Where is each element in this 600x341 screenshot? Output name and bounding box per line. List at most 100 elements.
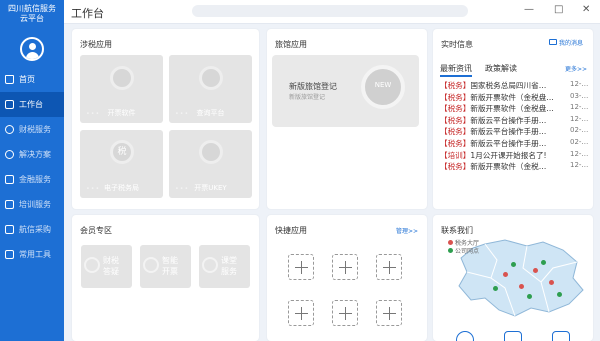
tax-icon: 税 [110, 140, 134, 164]
list-item[interactable]: 【税务】新版云平台操作手册… 02-… [440, 138, 592, 150]
sidebar-item-tax-service[interactable]: 财税服务 [0, 117, 64, 142]
tile-invoice-software[interactable]: ∙∙∙ 开票软件 [80, 55, 163, 123]
news-title: 【税务】新版开票软件（金税盘… [440, 92, 554, 102]
search-icon [199, 66, 223, 90]
sidebar-item-label: 常用工具 [19, 250, 51, 259]
news-panel: 实时信息 我的消息 更多>> 最新资讯 政策解读 【税务】国家税务总局四川省… … [433, 29, 593, 209]
news-date: 12-… [570, 80, 589, 88]
member-item-classroom[interactable]: 课堂 服务 [199, 245, 250, 288]
member-label: 课堂 服务 [221, 255, 245, 277]
add-shortcut-button[interactable] [376, 300, 402, 326]
sidebar-item-label: 工作台 [19, 100, 43, 109]
news-date: 12-… [570, 161, 589, 170]
toolbox-icon [5, 250, 14, 259]
brand-line1: 四川航信服务 [8, 4, 56, 13]
news-date: 02-… [570, 126, 589, 135]
map-pin-icon[interactable] [557, 292, 562, 297]
member-label: 财税 答疑 [103, 255, 127, 277]
maximize-button[interactable]: □ [554, 4, 563, 16]
news-date: 03-… [570, 91, 589, 100]
sidebar-item-label: 培训服务 [19, 200, 51, 209]
member-label-line2: 开票 [162, 267, 178, 276]
sidebar-item-label: 首页 [19, 75, 35, 84]
message-icon[interactable] [504, 331, 522, 341]
calendar-icon[interactable] [552, 331, 570, 341]
tab-policy[interactable]: 政策解读 [485, 63, 517, 74]
map-pin-icon[interactable] [493, 286, 498, 291]
quick-apps-panel: 快捷应用 管理>> [267, 215, 427, 341]
card-title: 新版旅馆登记 [289, 82, 337, 91]
list-item[interactable]: 【税务】新版云平台操作手册… 12-… [440, 115, 592, 127]
map-pin-icon[interactable] [511, 262, 516, 267]
list-item[interactable]: 【税务】国家税务总局四川省… 12-… [440, 80, 592, 92]
tile-e-tax-bureau[interactable]: 税 ∙∙∙ 电子税务局 [80, 130, 163, 198]
member-icon [84, 257, 100, 273]
list-item[interactable]: 【税务】新版开票软件（金税盘… 03-… [440, 92, 592, 104]
search-bar[interactable] [192, 5, 468, 17]
list-item[interactable]: 【税务】新版云平台操作手册… 02-… [440, 126, 592, 138]
sidebar-item-tools[interactable]: 常用工具 [0, 242, 64, 267]
map-pin-icon[interactable] [503, 272, 508, 277]
map-pin-icon[interactable] [541, 260, 546, 265]
news-title: 【税务】新版云平台操作手册… [440, 138, 547, 148]
add-shortcut-button[interactable] [332, 254, 358, 280]
add-shortcut-button[interactable] [332, 300, 358, 326]
tile-invoice-ukey[interactable]: ∙∙∙ 开票UKEY [169, 130, 252, 198]
manage-link[interactable]: 管理>> [396, 226, 418, 235]
member-label-line1: 智能 [162, 256, 178, 265]
news-title: 【税务】新版云平台操作手册… [440, 115, 547, 125]
minimize-button[interactable]: — [524, 4, 534, 16]
sidebar-item-workbench[interactable]: 工作台 [0, 92, 64, 117]
sichuan-map[interactable]: 税务大厅 公司网点 [445, 238, 590, 320]
sidebar: 四川航信服务 云平台 首页 工作台 财税服务 解决方案 金融服务 培训服务 航信… [0, 0, 64, 341]
news-date: 12-… [570, 149, 589, 158]
sidebar-item-training[interactable]: 培训服务 [0, 192, 64, 217]
list-item[interactable]: 【税务】新版开票软件（金税盘… 12-… [440, 103, 592, 115]
contact-panel: 联系我们 税务大厅 公司网点 [433, 215, 593, 341]
sidebar-item-purchase[interactable]: 航信采购 [0, 217, 64, 242]
sidebar-item-label: 航信采购 [19, 225, 51, 234]
avatar[interactable] [20, 37, 44, 61]
map-pin-icon[interactable] [527, 294, 532, 299]
panel-title: 旅馆应用 [275, 40, 307, 49]
panel-title: 快捷应用 [275, 226, 307, 235]
member-item-smart-invoice[interactable]: 智能 开票 [140, 245, 191, 288]
map-pin-icon[interactable] [519, 284, 524, 289]
sidebar-item-home[interactable]: 首页 [0, 67, 64, 92]
sidebar-item-solutions[interactable]: 解决方案 [0, 142, 64, 167]
cart-icon [5, 225, 14, 234]
news-date: 12-… [570, 114, 589, 123]
news-title: 【税务】新版云平台操作手册… [440, 127, 547, 137]
map-pin-icon[interactable] [549, 280, 554, 285]
monitor-icon [5, 100, 14, 109]
news-title: 【培训】1月公开课开始报名了! [440, 150, 547, 160]
news-title: 【税务】新版开票软件（金税盘… [440, 104, 554, 114]
my-messages-link[interactable]: 我的消息 [559, 38, 583, 47]
add-shortcut-button[interactable] [376, 254, 402, 280]
list-item[interactable]: 【培训】1月公开课开始报名了! 12-… [440, 150, 592, 162]
tile-label: 开票软件 [107, 109, 136, 117]
add-shortcut-button[interactable] [288, 300, 314, 326]
member-label-line2: 答疑 [103, 267, 119, 276]
close-button[interactable]: ✕ [582, 4, 590, 16]
list-item[interactable]: 【税务】新版开票软件（金税… 12-… [440, 161, 592, 173]
member-item-tax-qa[interactable]: 财税 答疑 [81, 245, 132, 288]
new-hotel-registration-card[interactable]: 新版旅馆登记 新版旅馆登记 NEW [272, 55, 419, 127]
tab-latest-news[interactable]: 最新资讯 [440, 63, 472, 77]
map-pin-icon[interactable] [533, 268, 538, 273]
tile-query-platform[interactable]: ∙∙∙ 查询平台 [169, 55, 252, 123]
tax-hall-legend-icon [448, 240, 453, 245]
member-icon [143, 257, 159, 273]
news-date: 02-… [570, 137, 589, 146]
add-shortcut-button[interactable] [288, 254, 314, 280]
card-subtitle: 新版旅馆登记 [289, 94, 326, 101]
customer-service-icon[interactable] [456, 331, 474, 341]
ticket-icon [110, 66, 134, 90]
member-label-line2: 服务 [221, 267, 237, 276]
branch-legend: 公司网点 [455, 248, 480, 255]
finance-icon [5, 175, 14, 184]
news-date: 12-… [570, 103, 589, 112]
sidebar-item-finance[interactable]: 金融服务 [0, 167, 64, 192]
branch-legend-icon [448, 248, 453, 253]
panel-title: 涉税应用 [80, 40, 112, 49]
